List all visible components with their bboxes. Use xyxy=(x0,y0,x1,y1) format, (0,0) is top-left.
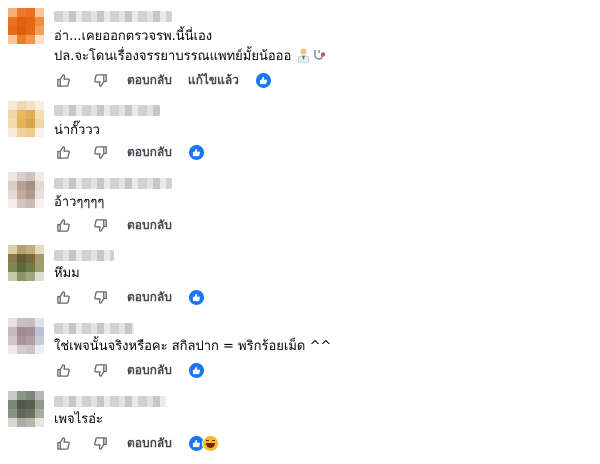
reaction-summary[interactable] xyxy=(187,288,205,306)
stethoscope-emoji-icon xyxy=(314,50,326,60)
comment-actions: ตอบกลับ xyxy=(54,216,172,234)
comment-text: น่ากั๊ววว xyxy=(54,123,100,138)
avatar[interactable] xyxy=(8,318,44,354)
commenter-name-blurred[interactable] xyxy=(54,11,172,22)
comment-actions: ตอบกลับ xyxy=(54,143,205,161)
comment-actions: ตอบกลับ xyxy=(54,361,205,379)
thumbs-down-icon[interactable] xyxy=(91,361,109,379)
edited-label[interactable]: แก้ไขแล้ว xyxy=(188,71,239,90)
thumbs-down-icon[interactable] xyxy=(91,71,109,89)
thumbs-down-icon[interactable] xyxy=(91,216,109,234)
reaction-summary[interactable] xyxy=(254,71,272,89)
commenter-name-blurred[interactable] xyxy=(54,396,166,407)
comment-actions: ตอบกลับ xyxy=(54,434,219,452)
thumbs-up-icon[interactable] xyxy=(54,71,72,89)
like-reaction-icon xyxy=(187,288,205,306)
comment-text-line-2: ปล.จะโดนเรื่องจรรยาบรรณแพทย์มั้ยน้อออ xyxy=(54,48,327,66)
avatar[interactable] xyxy=(8,8,44,44)
commenter-name-blurred[interactable] xyxy=(54,250,114,261)
reaction-summary[interactable] xyxy=(187,434,219,452)
doctor-emoji-icon xyxy=(298,48,310,63)
thumbs-down-icon[interactable] xyxy=(91,434,109,452)
thumbs-down-icon[interactable] xyxy=(91,288,109,306)
thumbs-up-icon[interactable] xyxy=(54,434,72,452)
thumbs-down-icon[interactable] xyxy=(91,143,109,161)
reply-button[interactable]: ตอบกลับ xyxy=(127,71,172,90)
comment-text: ใช่เพจนั้นจริงหรือคะ สกิลปาก = พริกร้อยเ… xyxy=(54,339,332,354)
comment-text: อ่า...เคยออกตรวจรพ.นี้นี่เอง xyxy=(54,29,213,44)
emoji-group xyxy=(297,48,327,63)
avatar[interactable] xyxy=(8,101,44,137)
comment-actions: ตอบกลับ xyxy=(54,288,205,306)
commenter-name-blurred[interactable] xyxy=(54,323,134,334)
reply-button[interactable]: ตอบกลับ xyxy=(127,288,172,307)
commenter-name-blurred[interactable] xyxy=(54,105,160,116)
reply-button[interactable]: ตอบกลับ xyxy=(127,143,172,162)
avatar[interactable] xyxy=(8,391,44,427)
comment-text: หึมม xyxy=(54,266,80,281)
haha-reaction-icon xyxy=(201,434,219,452)
reply-button[interactable]: ตอบกลับ xyxy=(127,361,172,380)
avatar[interactable] xyxy=(8,245,44,281)
reply-button[interactable]: ตอบกลับ xyxy=(127,434,172,453)
commenter-name-blurred[interactable] xyxy=(54,178,172,189)
thumbs-up-icon[interactable] xyxy=(54,143,72,161)
comment-text: เพจไรอ่ะ xyxy=(54,412,103,427)
reaction-summary[interactable] xyxy=(187,143,205,161)
thumbs-up-icon[interactable] xyxy=(54,288,72,306)
avatar[interactable] xyxy=(8,172,44,208)
thumbs-up-icon[interactable] xyxy=(54,216,72,234)
reaction-summary[interactable] xyxy=(187,361,205,379)
comment-text-line-2-content: ปล.จะโดนเรื่องจรรยาบรรณแพทย์มั้ยน้อออ xyxy=(54,49,292,64)
like-reaction-icon xyxy=(187,361,205,379)
thumbs-up-icon[interactable] xyxy=(54,361,72,379)
like-reaction-icon xyxy=(187,143,205,161)
reply-button[interactable]: ตอบกลับ xyxy=(127,216,172,235)
comment-actions: ตอบกลับ แก้ไขแล้ว xyxy=(54,71,272,89)
like-reaction-icon xyxy=(254,71,272,89)
comment-text: อ้าวๆๆๆๆ xyxy=(54,195,105,210)
